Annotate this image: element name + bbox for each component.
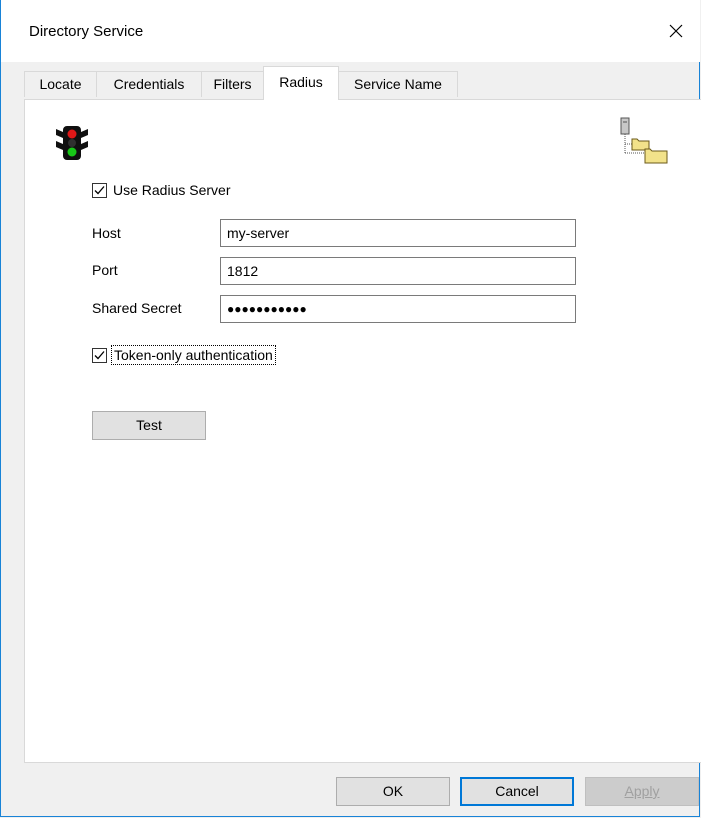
port-input[interactable] — [220, 257, 576, 285]
test-button[interactable]: Test — [92, 411, 206, 440]
apply-label: Apply — [624, 783, 660, 799]
host-label: Host — [92, 225, 121, 241]
apply-button[interactable]: Apply — [585, 777, 699, 806]
tab-filters[interactable]: Filters — [201, 71, 264, 97]
tab-radius[interactable]: Radius — [263, 66, 339, 100]
traffic-light-icon — [56, 126, 88, 160]
tab-service-name[interactable]: Service Name — [338, 71, 458, 97]
tab-filters-label: Filters — [213, 76, 252, 92]
close-button[interactable] — [652, 7, 700, 55]
token-only-label-text: Token-only authentication — [114, 347, 273, 363]
tab-radius-label: Radius — [279, 74, 323, 90]
port-label: Port — [92, 262, 118, 278]
cancel-button[interactable]: Cancel — [460, 777, 574, 806]
token-only-checkbox[interactable] — [92, 348, 107, 363]
tab-credentials-label: Credentials — [113, 76, 185, 92]
window-title: Directory Service — [29, 23, 144, 40]
radius-panel: Use Radius Server Host Port Shared Secre… — [24, 99, 701, 763]
directory-tree-icon — [620, 117, 668, 164]
tab-credentials[interactable]: Credentials — [96, 71, 202, 97]
use-radius-label: Use Radius Server — [113, 182, 231, 198]
checkmark-icon — [94, 351, 105, 360]
tab-locate-label: Locate — [39, 76, 82, 92]
host-input[interactable] — [220, 219, 576, 247]
dialog-window: Directory Service Locate Credentials Fil… — [0, 0, 701, 817]
use-radius-checkbox[interactable] — [92, 183, 107, 198]
shared-secret-input[interactable]: ●●●●●●●●●●● — [220, 295, 576, 323]
token-only-label: Token-only authentication — [111, 345, 276, 365]
close-icon — [669, 24, 683, 38]
tab-locate[interactable]: Locate — [24, 71, 97, 97]
checkmark-icon — [94, 186, 105, 195]
shared-secret-label: Shared Secret — [92, 300, 182, 316]
tab-service-name-label: Service Name — [354, 76, 442, 92]
title-bar: Directory Service — [1, 0, 700, 62]
ok-button[interactable]: OK — [336, 777, 450, 806]
